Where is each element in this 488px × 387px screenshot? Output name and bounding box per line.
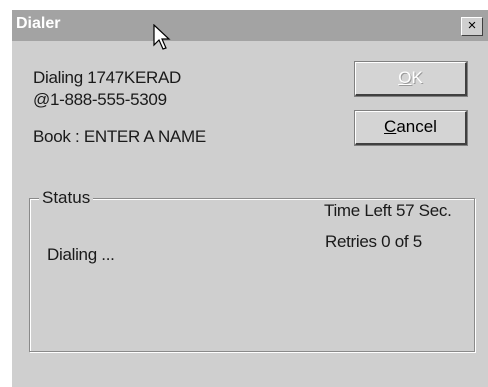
dialing-number-line: Dialing 1747KERAD (33, 68, 181, 87)
dialer-dialog: Dialer × Dialing 1747KERAD @1-888-555-53… (12, 10, 488, 387)
dialing-phone-line: @1-888-555-5309 (33, 90, 167, 109)
retries-text: Retries 0 of 5 (325, 232, 422, 251)
title-bar: Dialer × (12, 10, 488, 41)
dialing-status-text: Dialing ... (47, 245, 115, 264)
ok-button[interactable]: OK (354, 61, 468, 97)
mouse-pointer-icon (153, 24, 171, 50)
time-left-text: Time Left 57 Sec. (324, 201, 452, 220)
ok-button-label: K (411, 68, 423, 87)
window-title: Dialer (16, 15, 61, 32)
close-icon: × (467, 17, 477, 34)
status-group-label: Status (39, 188, 94, 208)
ok-button-mnemonic: O (398, 68, 412, 87)
cancel-button[interactable]: Cancel (354, 110, 468, 146)
cancel-button-label: ancel (396, 117, 437, 136)
close-button[interactable]: × (461, 17, 483, 36)
cancel-button-mnemonic: C (384, 117, 397, 136)
phone-book-entry: Book : ENTER A NAME (33, 127, 206, 146)
status-groupbox (29, 198, 475, 352)
